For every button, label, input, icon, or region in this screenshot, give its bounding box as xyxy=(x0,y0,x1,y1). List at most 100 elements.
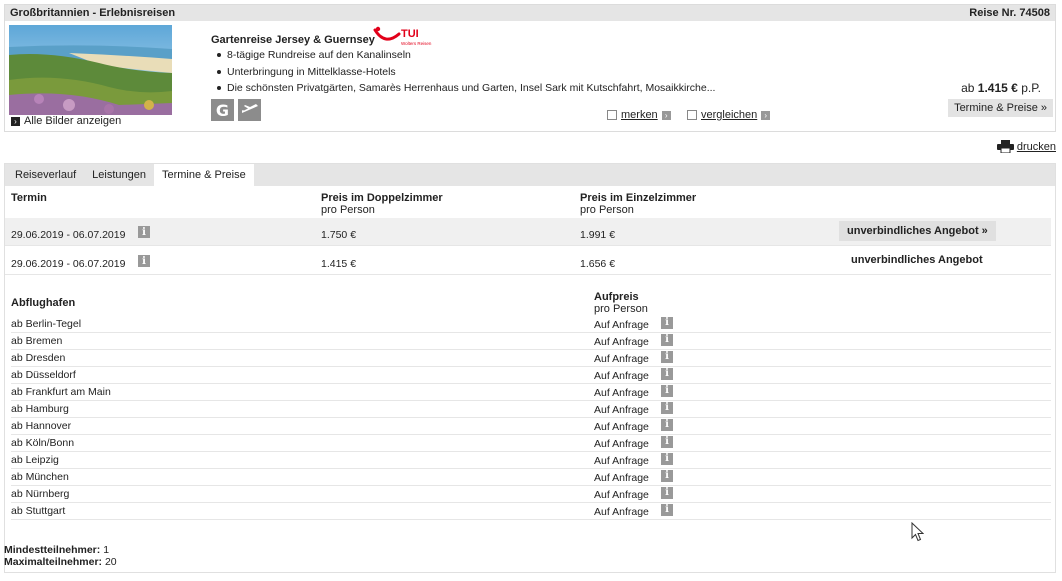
price-from: ab 1.415 € p.P. xyxy=(961,81,1041,95)
arrow-right-icon: › xyxy=(11,116,20,126)
brand-name: TUI xyxy=(401,28,419,40)
list-item: ab Hamburg Auf Anfrage i xyxy=(11,401,1051,418)
tab-bar: Reiseverlauf Leistungen Termine & Preise xyxy=(5,164,1055,186)
price-value: 1.415 € xyxy=(977,81,1018,95)
surcharge-value: Auf Anfrage xyxy=(594,455,649,467)
remember-toggle[interactable]: merken › xyxy=(607,109,671,121)
info-icon[interactable]: i xyxy=(661,334,673,346)
compare-toggle[interactable]: vergleichen › xyxy=(687,109,771,121)
airport-name: ab Düsseldorf xyxy=(11,369,76,381)
compare-checkbox[interactable] xyxy=(687,110,697,120)
card-header: Großbritannien - Erlebnisreisen Reise Nr… xyxy=(5,5,1055,21)
surcharge-value: Auf Anfrage xyxy=(594,336,649,348)
info-icon[interactable]: i xyxy=(661,368,673,380)
min-label: Mindestteilnehmer: xyxy=(4,544,101,556)
list-item: ab München Auf Anfrage i xyxy=(11,469,1051,486)
table-row: 29.06.2019 - 06.07.2019 i 1.750 € 1.991 … xyxy=(5,218,1051,246)
row-price-single: 1.656 € xyxy=(580,258,616,270)
coast-landscape-image xyxy=(9,25,172,115)
row-price-single: 1.991 € xyxy=(580,229,616,241)
trip-card: Großbritannien - Erlebnisreisen Reise Nr… xyxy=(4,4,1056,132)
max-label: Maximalteilnehmer: xyxy=(4,556,103,568)
col-header-surcharge-sub: pro Person xyxy=(594,303,648,315)
offer-button[interactable]: unverbindliches Angebot xyxy=(843,250,991,270)
mouse-cursor-icon xyxy=(911,522,924,542)
list-item: ab Nürnberg Auf Anfrage i xyxy=(11,486,1051,503)
max-participants: Maximalteilnehmer: 20 xyxy=(4,556,117,568)
details-panel: Reiseverlauf Leistungen Termine & Preise… xyxy=(4,163,1056,573)
info-icon[interactable]: i xyxy=(138,255,150,267)
tab-dates-prices[interactable]: Termine & Preise xyxy=(153,164,254,186)
row-dates: 29.06.2019 - 06.07.2019 xyxy=(11,229,126,241)
info-icon[interactable]: i xyxy=(661,351,673,363)
airport-name: ab Dresden xyxy=(11,352,66,364)
brand-subline: Wolters Reisen xyxy=(401,41,432,46)
all-pictures-link[interactable]: › Alle Bilder anzeigen xyxy=(11,115,121,127)
list-item: ab Dresden Auf Anfrage i xyxy=(11,350,1051,367)
col-header-double: Preis im Doppelzimmer pro Person xyxy=(321,192,443,216)
remember-checkbox[interactable] xyxy=(607,110,617,120)
list-item: ab Leipzig Auf Anfrage i xyxy=(11,452,1051,469)
list-item: ab Stuttgart Auf Anfrage i xyxy=(11,503,1051,520)
feature-item: Unterbringung in Mittelklasse-Hotels xyxy=(213,64,715,81)
col-header-single-label: Preis im Einzelzimmer xyxy=(580,192,697,204)
min-value: 1 xyxy=(103,544,110,556)
surcharge-value: Auf Anfrage xyxy=(594,506,649,518)
print-label[interactable]: drucken xyxy=(1017,141,1056,153)
row-dates: 29.06.2019 - 06.07.2019 xyxy=(11,258,126,270)
list-item: ab Bremen Auf Anfrage i xyxy=(11,333,1051,350)
info-icon[interactable]: i xyxy=(138,226,150,238)
surcharge-value: Auf Anfrage xyxy=(594,404,649,416)
row-price-double: 1.750 € xyxy=(321,229,357,241)
airport-name: ab Stuttgart xyxy=(11,505,66,517)
table-row: 29.06.2019 - 06.07.2019 i 1.415 € 1.656 … xyxy=(5,247,1051,275)
surcharge-value: Auf Anfrage xyxy=(594,353,649,365)
trip-title[interactable]: Gartenreise Jersey & Guernsey xyxy=(211,34,375,46)
max-value: 20 xyxy=(104,556,117,568)
col-header-date: Termin xyxy=(11,192,47,204)
list-item: ab Düsseldorf Auf Anfrage i xyxy=(11,367,1051,384)
airport-name: ab Nürnberg xyxy=(11,488,70,500)
surcharge-value: Auf Anfrage xyxy=(594,421,649,433)
offer-button[interactable]: unverbindliches Angebot » xyxy=(839,221,996,241)
feature-item: Die schönsten Privatgärten, Samarès Herr… xyxy=(213,80,715,97)
info-icon[interactable]: i xyxy=(661,385,673,397)
airport-name: ab Hamburg xyxy=(11,403,69,415)
col-header-surcharge-label: Aufpreis xyxy=(594,291,639,303)
min-participants: Mindestteilnehmer: 1 xyxy=(4,544,117,556)
info-icon[interactable]: i xyxy=(661,419,673,431)
trip-photo[interactable] xyxy=(9,25,172,115)
dates-prices-button[interactable]: Termine & Preise » xyxy=(948,99,1053,117)
info-icon[interactable]: i xyxy=(661,317,673,329)
price-prefix: ab xyxy=(961,81,975,95)
compare-label[interactable]: vergleichen xyxy=(701,109,757,121)
info-icon[interactable]: i xyxy=(661,453,673,465)
info-icon[interactable]: i xyxy=(661,504,673,516)
airport-name: ab Bremen xyxy=(11,335,63,347)
print-link[interactable]: drucken xyxy=(996,140,1056,153)
participant-limits: Mindestteilnehmer: 1 Maximalteilnehmer: … xyxy=(4,544,117,568)
tab-services[interactable]: Leistungen xyxy=(84,164,154,186)
surcharge-value: Auf Anfrage xyxy=(594,438,649,450)
info-icon[interactable]: i xyxy=(661,487,673,499)
remember-label[interactable]: merken xyxy=(621,109,658,121)
printer-icon xyxy=(996,140,1014,153)
all-pictures-label: Alle Bilder anzeigen xyxy=(24,115,122,127)
col-header-single-sub: pro Person xyxy=(580,204,634,216)
info-icon[interactable]: i xyxy=(661,470,673,482)
arrow-right-icon: › xyxy=(761,110,771,120)
list-item: ab Hannover Auf Anfrage i xyxy=(11,418,1051,435)
col-header-airport: Abflughafen xyxy=(11,297,76,309)
surcharge-value: Auf Anfrage xyxy=(594,387,649,399)
feature-item: 8-tägige Rundreise auf den Kanalinseln xyxy=(213,47,715,64)
row-price-double: 1.415 € xyxy=(321,258,357,270)
info-icon[interactable]: i xyxy=(661,436,673,448)
list-item: ab Köln/Bonn Auf Anfrage i xyxy=(11,435,1051,452)
info-icon[interactable]: i xyxy=(661,402,673,414)
price-suffix: p.P. xyxy=(1021,81,1041,95)
tab-itinerary[interactable]: Reiseverlauf xyxy=(7,164,84,186)
arrow-right-icon: › xyxy=(661,110,671,120)
surcharge-value: Auf Anfrage xyxy=(594,472,649,484)
list-item: ab Berlin-Tegel Auf Anfrage i xyxy=(11,316,1051,333)
trip-badges: G xyxy=(211,99,261,121)
